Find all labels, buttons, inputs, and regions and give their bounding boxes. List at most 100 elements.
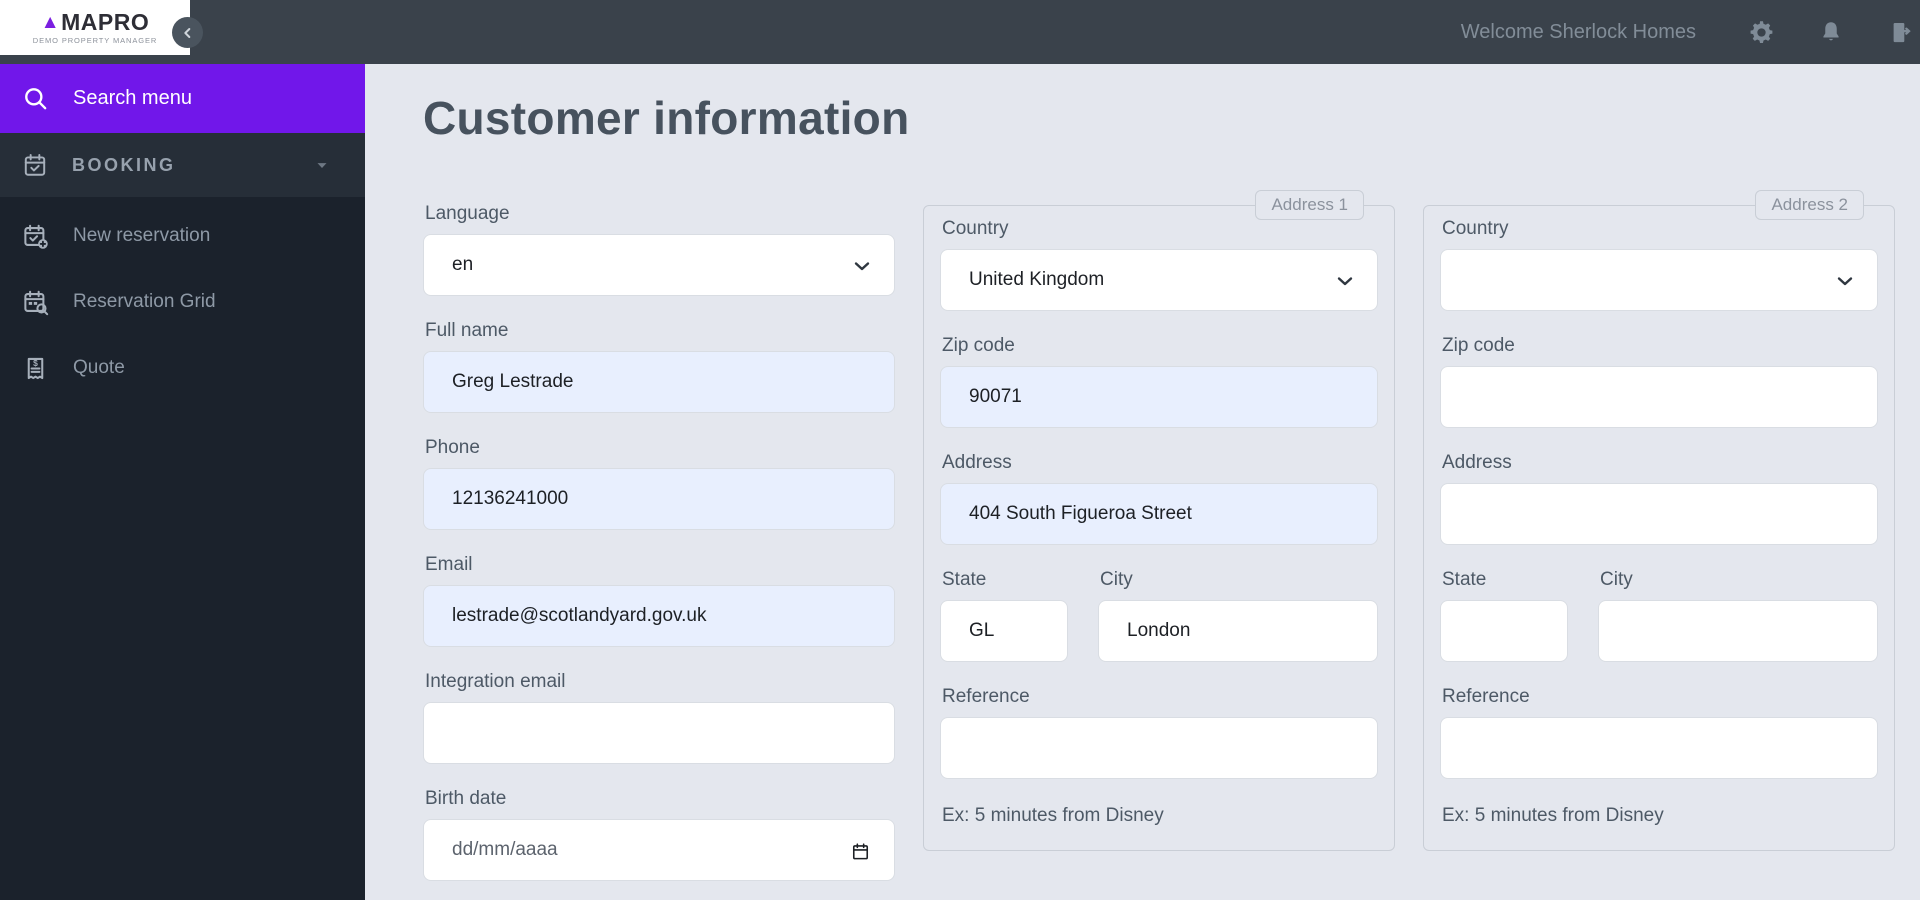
state-label: State [1442, 568, 1487, 590]
state-label: State [942, 568, 987, 590]
sidebar-item-label: New reservation [73, 225, 211, 246]
address1-country-field: Country United Kingdom [940, 218, 1378, 311]
main-content: Customer information Language en Full na… [365, 64, 1920, 900]
logo-subtitle: DEMO PROPERTY MANAGER [32, 35, 158, 45]
city-label: City [1100, 568, 1133, 590]
sidebar-item-label: Reservation Grid [73, 291, 216, 312]
address1-address-input[interactable] [940, 482, 1378, 545]
address1-country-select[interactable]: United Kingdom [940, 248, 1378, 311]
country-select-value: United Kingdom [969, 268, 1105, 290]
chevron-down-icon [850, 254, 874, 278]
email-field: Email [423, 554, 895, 647]
address2-address-input[interactable] [1440, 482, 1878, 545]
calendar-check-icon [22, 152, 48, 178]
phone-field: Phone [423, 437, 895, 530]
address-1-legend: Address 1 [1255, 189, 1364, 220]
language-select-value: en [452, 253, 474, 275]
phone-label: Phone [425, 436, 480, 458]
address2-state-input[interactable] [1440, 599, 1568, 662]
address1-address-field: Address [940, 452, 1378, 545]
address1-state-input[interactable] [940, 599, 1068, 662]
zip-code-label: Zip code [942, 334, 1015, 356]
zip-code-label: Zip code [1442, 334, 1515, 356]
sidebar: Search menu BOOKING New reservation Rese… [0, 64, 365, 900]
address-1-card: Address 1 Country United Kingdom Zip cod… [923, 189, 1395, 851]
sidebar-menu: New reservation Reservation Grid $ Quote [0, 197, 365, 401]
address2-country-field: Country [1440, 218, 1878, 311]
chevron-down-icon [313, 156, 331, 174]
topbar: ▲ MAPRO DEMO PROPERTY MANAGER Welcome She… [0, 0, 1920, 64]
address2-zip-input[interactable] [1440, 365, 1878, 428]
integration-email-input[interactable] [423, 701, 895, 764]
reference-hint: Ex: 5 minutes from Disney [942, 804, 1164, 826]
sidebar-item-new-reservation[interactable]: New reservation [0, 203, 365, 269]
address1-zip-input[interactable] [940, 365, 1378, 428]
topbar-right: Welcome Sherlock Homes [1461, 0, 1915, 64]
calendar-plus-icon [22, 223, 49, 250]
integration-email-field: Integration email [423, 671, 895, 764]
full-name-field: Full name [423, 320, 895, 413]
birth-date-placeholder: dd/mm/aaaa [452, 838, 558, 860]
app-logo: ▲ MAPRO DEMO PROPERTY MANAGER [0, 0, 190, 55]
address2-state-field: State [1440, 569, 1568, 662]
reference-label: Reference [1442, 685, 1530, 707]
address2-city-field: City [1598, 569, 1878, 662]
address2-country-select[interactable] [1440, 248, 1878, 311]
logo-text: MAPRO [61, 8, 150, 35]
birth-date-label: Birth date [425, 787, 507, 809]
address1-reference-field: Reference [940, 686, 1378, 779]
logout-icon[interactable] [1888, 19, 1915, 46]
chevron-left-icon [180, 25, 196, 41]
logo-triangle-icon: ▲ [40, 11, 61, 33]
country-label: Country [942, 217, 1009, 239]
search-menu-label: Search menu [73, 87, 192, 109]
address1-zip-field: Zip code [940, 335, 1378, 428]
address1-state-field: State [940, 569, 1068, 662]
address1-city-input[interactable] [1098, 599, 1378, 662]
calendar-search-icon [22, 289, 49, 316]
search-icon [22, 85, 49, 112]
booking-section-label: BOOKING [72, 154, 176, 175]
address2-zip-field: Zip code [1440, 335, 1878, 428]
phone-input[interactable] [423, 467, 895, 530]
language-select[interactable]: en [423, 233, 895, 296]
city-label: City [1600, 568, 1633, 590]
calendar-icon[interactable] [851, 842, 870, 861]
sidebar-collapse-button[interactable] [172, 17, 203, 48]
reference-hint: Ex: 5 minutes from Disney [1442, 804, 1664, 826]
basic-info-column: Language en Full name Phone Email [423, 203, 895, 900]
address-label: Address [942, 451, 1012, 473]
address1-city-field: City [1098, 569, 1378, 662]
email-input[interactable] [423, 584, 895, 647]
country-label: Country [1442, 217, 1509, 239]
address-2-card: Address 2 Country Zip code Address State… [1423, 189, 1895, 851]
customer-form: Language en Full name Phone Email [423, 189, 1896, 900]
address-label: Address [1442, 451, 1512, 473]
full-name-label: Full name [425, 319, 509, 341]
sidebar-item-label: Quote [73, 357, 125, 378]
full-name-input[interactable] [423, 350, 895, 413]
language-field: Language en [423, 203, 895, 296]
sidebar-section-booking[interactable]: BOOKING [0, 133, 365, 197]
notifications-bell-icon[interactable] [1818, 19, 1845, 46]
settings-gear-icon[interactable] [1748, 19, 1775, 46]
svg-text:$: $ [33, 357, 38, 367]
address2-city-input[interactable] [1598, 599, 1878, 662]
reference-label: Reference [942, 685, 1030, 707]
invoice-dollar-icon: $ [22, 355, 49, 382]
chevron-down-icon [1833, 269, 1857, 293]
address-2-legend: Address 2 [1755, 189, 1864, 220]
address2-address-field: Address [1440, 452, 1878, 545]
sidebar-item-quote[interactable]: $ Quote [0, 335, 365, 401]
address1-reference-input[interactable] [940, 716, 1378, 779]
address2-reference-input[interactable] [1440, 716, 1878, 779]
birth-date-input[interactable]: dd/mm/aaaa [423, 818, 895, 881]
welcome-text: Welcome Sherlock Homes [1460, 20, 1696, 43]
language-label: Language [425, 202, 510, 224]
birth-date-field: Birth date dd/mm/aaaa [423, 788, 895, 881]
sidebar-search-menu[interactable]: Search menu [0, 64, 365, 133]
chevron-down-icon [1333, 269, 1357, 293]
address2-state-city-row: State City [1440, 569, 1878, 662]
sidebar-item-reservation-grid[interactable]: Reservation Grid [0, 269, 365, 335]
integration-email-label: Integration email [425, 670, 566, 692]
